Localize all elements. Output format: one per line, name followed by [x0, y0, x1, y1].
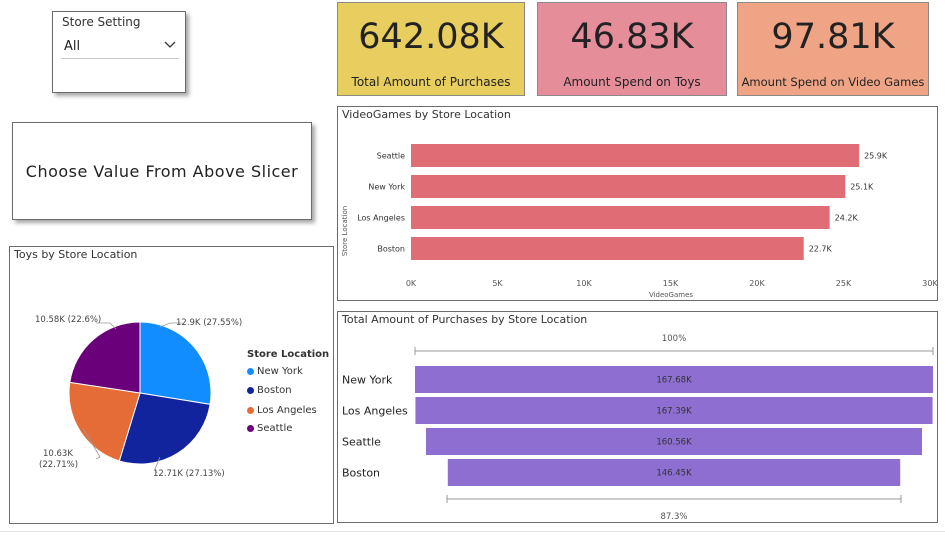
kpi-label: Amount Spend on Toys	[563, 75, 701, 89]
legend-item-seattle[interactable]: Seattle	[247, 423, 292, 434]
legend-label: Seattle	[257, 423, 293, 434]
x-tick-label: 15K	[663, 279, 679, 288]
funnel-value-label: 167.68K	[656, 376, 692, 386]
dropdown-value: All	[64, 39, 81, 54]
purchases-funnel-chart: 100% 87.3% New York 167.68K Los Angeles 167…	[342, 334, 934, 522]
pie-label-los-angeles-pct: (22.71%)	[39, 460, 78, 470]
bar-value-label: 22.7K	[809, 245, 833, 254]
pie-label-new-york: 12.9K (27.55%)	[176, 318, 242, 328]
funnel-bottom-bracket	[446, 495, 902, 503]
funnel-category-label: Boston	[342, 467, 380, 480]
y-tick-label: Seattle	[377, 152, 405, 161]
x-tick-label: 5K	[492, 279, 503, 288]
videogames-by-store-chart: VideoGames by Store Location Store Locat…	[337, 106, 938, 301]
legend-label: Los Angeles	[257, 405, 317, 416]
legend-dot	[247, 407, 254, 414]
pie-slice-new-york[interactable]	[139, 321, 212, 405]
kpi-label: Amount Spend on Video Games	[741, 75, 925, 89]
legend-title: Store Location	[247, 349, 330, 360]
funnel-top-label: 100%	[662, 334, 686, 344]
bar-value-label: 25.9K	[864, 152, 888, 161]
kpi-card-toys-spend: 46.83K Amount Spend on Toys	[537, 2, 727, 96]
funnel-category-label: Los Angeles	[342, 405, 408, 418]
funnel-value-label: 160.56K	[656, 438, 692, 448]
funnel-value-label: 146.45K	[656, 469, 692, 479]
funnel-category-label: Seattle	[342, 436, 381, 449]
kpi-label: Total Amount of Purchases	[351, 75, 511, 89]
x-axis-title: VideoGames	[649, 291, 693, 299]
bar-seattle[interactable]	[411, 144, 860, 167]
slicer-hint-box: Choose Value From Above Slicer	[12, 122, 312, 220]
slicer-hint-text: Choose Value From Above Slicer	[25, 161, 299, 181]
videogames-bar-chart: Store Location VideoGames Seattle 25.9K Ne…	[341, 144, 937, 299]
legend-item-new-york[interactable]: New York	[247, 366, 303, 377]
legend-dot	[247, 425, 254, 432]
legend-item-boston[interactable]: Boston	[247, 385, 292, 396]
slicer-title: Store Setting	[62, 15, 141, 29]
pie-slice-seattle[interactable]	[69, 321, 141, 394]
funnel-bottom-label: 87.3%	[660, 512, 687, 522]
x-tick-label: 0K	[406, 279, 417, 288]
store-setting-slicer: Store Setting All	[52, 11, 186, 93]
legend-dot	[247, 368, 254, 375]
bar-value-label: 24.2K	[835, 214, 859, 223]
bar-boston[interactable]	[411, 237, 804, 260]
legend-item-los-angeles[interactable]: Los Angeles	[247, 405, 317, 416]
kpi-value: 46.83K	[570, 17, 694, 57]
bar-value-label: 25.1K	[850, 183, 874, 192]
y-tick-label: Boston	[377, 245, 405, 254]
funnel-category-label: New York	[342, 374, 393, 387]
y-axis-title: Store Location	[341, 206, 349, 256]
y-tick-label: Los Angeles	[357, 214, 405, 223]
pie-label-boston: 12.71K (27.13%)	[153, 469, 225, 479]
pie-label-seattle: 10.58K (22.6%)	[35, 315, 101, 325]
x-tick-label: 30K	[922, 279, 937, 288]
x-tick-label: 20K	[749, 279, 765, 288]
store-setting-dropdown[interactable]: All	[61, 36, 179, 59]
purchases-by-store-chart: Total Amount of Purchases by Store Locat…	[337, 311, 938, 523]
pie-legend: Store Location New York Boston Los Angel…	[247, 349, 333, 439]
funnel-top-bracket	[414, 347, 934, 355]
chevron-down-icon	[163, 38, 177, 56]
bar-new-york[interactable]	[411, 175, 846, 198]
legend-label: New York	[257, 366, 303, 377]
page-bottom-divider	[0, 531, 945, 532]
kpi-card-total-purchases: 642.08K Total Amount of Purchases	[337, 2, 525, 96]
kpi-value: 97.81K	[771, 17, 895, 57]
pie-label-los-angeles: 10.63K	[43, 449, 73, 459]
funnel-value-label: 167.39K	[656, 407, 692, 417]
legend-dot	[247, 387, 254, 394]
toys-by-store-chart: Toys by Store Location 12.9K (27.55%) 12…	[9, 246, 334, 524]
bar-los-angeles[interactable]	[411, 206, 830, 229]
legend-label: Boston	[257, 385, 292, 396]
x-tick-label: 10K	[576, 279, 592, 288]
kpi-value: 642.08K	[358, 17, 504, 57]
kpi-card-videogames-spend: 97.81K Amount Spend on Video Games	[737, 2, 929, 96]
x-tick-label: 25K	[836, 279, 852, 288]
y-tick-label: New York	[368, 183, 405, 192]
